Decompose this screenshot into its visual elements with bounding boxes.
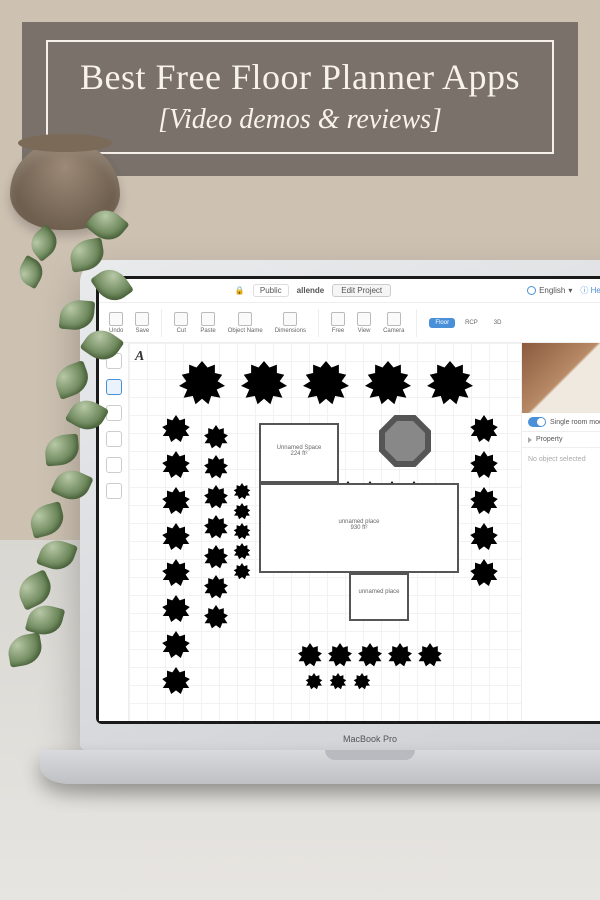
property-section[interactable]: Property bbox=[522, 432, 600, 448]
laptop-model: MacBook Pro bbox=[80, 734, 600, 744]
tree[interactable] bbox=[365, 361, 411, 407]
laptop: 🔒 Public allende Edit Project English ▾ … bbox=[80, 260, 600, 820]
shrub[interactable] bbox=[417, 643, 443, 669]
shrub[interactable] bbox=[469, 451, 499, 481]
screen-bezel: 🔒 Public allende Edit Project English ▾ … bbox=[96, 276, 600, 724]
shrub[interactable] bbox=[161, 523, 191, 553]
shrub[interactable] bbox=[353, 673, 371, 691]
single-room-mode-toggle[interactable]: Single room mode bbox=[522, 413, 600, 432]
tree[interactable] bbox=[303, 361, 349, 407]
chevron-down-icon: ▾ bbox=[568, 286, 572, 295]
title-card-border: Best Free Floor Planner Apps [Video demo… bbox=[46, 40, 554, 154]
edit-project-button[interactable]: Edit Project bbox=[332, 284, 391, 297]
ribbon-camera[interactable]: Camera bbox=[383, 312, 404, 334]
building[interactable]: Unnamed Space224 ft² unnamed place930 ft… bbox=[239, 423, 469, 633]
title-card: Best Free Floor Planner Apps [Video demo… bbox=[22, 22, 578, 176]
shrub[interactable] bbox=[357, 643, 383, 669]
view-tab-rcp[interactable]: RCP bbox=[459, 318, 484, 328]
help-link[interactable]: ⓘ Help bbox=[580, 285, 600, 296]
shrub[interactable] bbox=[387, 643, 413, 669]
shrub[interactable] bbox=[203, 575, 229, 601]
trailing-plant bbox=[0, 200, 150, 720]
shrub[interactable] bbox=[161, 451, 191, 481]
app-topbar: 🔒 Public allende Edit Project English ▾ … bbox=[99, 279, 600, 303]
ribbon-object-name[interactable]: Object Name bbox=[228, 312, 263, 334]
shrub[interactable] bbox=[161, 559, 191, 589]
shrub[interactable] bbox=[203, 425, 229, 451]
subtitle: [Video demos & reviews] bbox=[58, 104, 542, 136]
room-label: unnamed place930 ft² bbox=[309, 519, 409, 531]
laptop-lid: 🔒 Public allende Edit Project English ▾ … bbox=[80, 260, 600, 750]
ribbon-toolbar: Undo Save Cut Paste Object Name Dimensio… bbox=[99, 303, 600, 343]
chevron-right-icon bbox=[528, 437, 532, 443]
watermark-text: GREENHOUSESTUDIO.CO bbox=[154, 842, 445, 878]
language-picker[interactable]: English ▾ bbox=[527, 286, 572, 295]
tree[interactable] bbox=[427, 361, 473, 407]
ribbon-view[interactable]: View bbox=[357, 312, 371, 334]
visibility-toggle[interactable]: Public bbox=[253, 284, 289, 297]
shrub[interactable] bbox=[161, 487, 191, 517]
project-name[interactable]: allende bbox=[297, 286, 325, 295]
room[interactable] bbox=[349, 573, 409, 621]
ribbon-dimensions[interactable]: Dimensions bbox=[275, 312, 306, 334]
shrub[interactable] bbox=[203, 605, 229, 631]
shrub[interactable] bbox=[469, 487, 499, 517]
shrub[interactable] bbox=[161, 631, 191, 661]
footer-watermark: GREENHOUSESTUDIO.CO bbox=[0, 842, 600, 878]
shrub[interactable] bbox=[297, 643, 323, 669]
workarea: A bbox=[99, 343, 600, 721]
view-tab-3d[interactable]: 3D bbox=[488, 318, 508, 328]
toggle-label: Single room mode bbox=[550, 419, 600, 426]
ribbon-cut[interactable]: Cut bbox=[174, 312, 188, 334]
shrub[interactable] bbox=[161, 667, 191, 697]
app-screen: 🔒 Public allende Edit Project English ▾ … bbox=[99, 279, 600, 721]
globe-icon bbox=[527, 286, 536, 295]
laptop-notch bbox=[325, 750, 415, 760]
shrub[interactable] bbox=[469, 559, 499, 589]
shrub[interactable] bbox=[203, 515, 229, 541]
shrub[interactable] bbox=[305, 673, 323, 691]
shrub[interactable] bbox=[203, 545, 229, 571]
view-tab-floor[interactable]: Floor bbox=[429, 318, 455, 328]
laptop-deck bbox=[40, 750, 600, 784]
shrub[interactable] bbox=[161, 415, 191, 445]
no-selection-message: No object selected bbox=[522, 448, 600, 471]
ribbon-free[interactable]: Free bbox=[331, 312, 345, 334]
shrub[interactable] bbox=[469, 415, 499, 445]
material-swatch[interactable] bbox=[522, 343, 600, 413]
property-label: Property bbox=[536, 436, 562, 443]
shrub[interactable] bbox=[203, 455, 229, 481]
tree[interactable] bbox=[179, 361, 225, 407]
title: Best Free Floor Planner Apps bbox=[58, 56, 542, 98]
room-label: unnamed place bbox=[351, 589, 407, 595]
shrub[interactable] bbox=[329, 673, 347, 691]
visibility-icon: 🔒 bbox=[235, 286, 245, 295]
shrub[interactable] bbox=[203, 485, 229, 511]
shrub[interactable] bbox=[469, 523, 499, 553]
shrub[interactable] bbox=[327, 643, 353, 669]
floorplan-canvas[interactable]: A bbox=[129, 343, 521, 721]
language-label: English bbox=[539, 286, 565, 295]
toggle-icon bbox=[528, 417, 546, 427]
pinterest-card: Best Free Floor Planner Apps [Video demo… bbox=[0, 0, 600, 900]
shrub[interactable] bbox=[161, 595, 191, 625]
properties-panel: Single room mode Property No object sele… bbox=[521, 343, 600, 721]
room-label: Unnamed Space224 ft² bbox=[269, 445, 329, 457]
tree[interactable] bbox=[241, 361, 287, 407]
ribbon-paste[interactable]: Paste bbox=[200, 312, 215, 334]
